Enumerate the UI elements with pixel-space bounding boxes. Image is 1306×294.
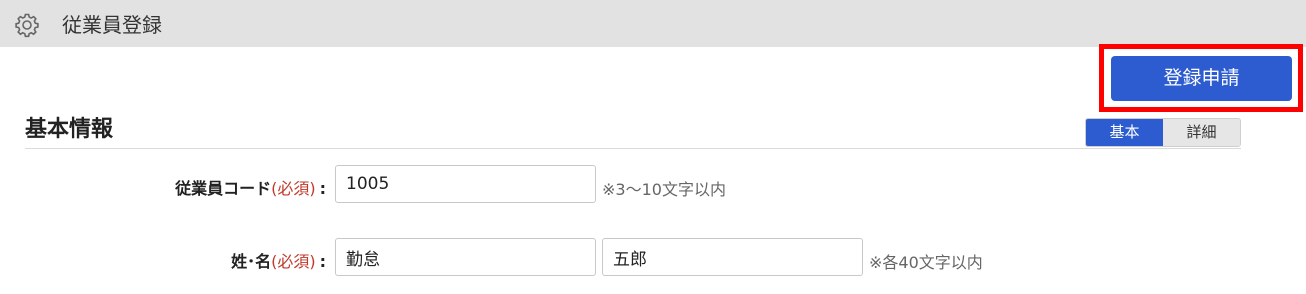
section-divider xyxy=(25,148,1241,149)
title-bar: 従業員登録 xyxy=(0,0,1306,47)
section-title: 基本情報 xyxy=(25,117,114,142)
employee-code-label-text: 従業員コード xyxy=(175,179,272,198)
gear-icon xyxy=(14,12,40,38)
first-name-input[interactable] xyxy=(602,238,863,276)
name-label-text: 姓･名 xyxy=(231,252,272,271)
required-mark: (必須) xyxy=(271,179,316,198)
last-name-input[interactable] xyxy=(335,238,596,276)
tab-detail[interactable]: 詳細 xyxy=(1163,119,1240,146)
employee-code-hint: ※3～10文字以内 xyxy=(602,180,726,199)
name-label: 姓･名(必須): xyxy=(231,248,326,272)
employee-code-label: 従業員コード(必須): xyxy=(175,175,326,199)
required-mark: (必須) xyxy=(271,252,316,271)
page-title: 従業員登録 xyxy=(62,13,162,37)
employee-code-input[interactable] xyxy=(335,165,596,203)
submit-application-button[interactable]: 登録申請 xyxy=(1111,56,1292,101)
section-tabs: 基本 詳細 xyxy=(1085,118,1241,147)
label-colon: : xyxy=(319,179,326,198)
tab-basic[interactable]: 基本 xyxy=(1086,119,1163,146)
name-hint: ※各40文字以内 xyxy=(869,253,983,272)
label-colon: : xyxy=(319,252,326,271)
